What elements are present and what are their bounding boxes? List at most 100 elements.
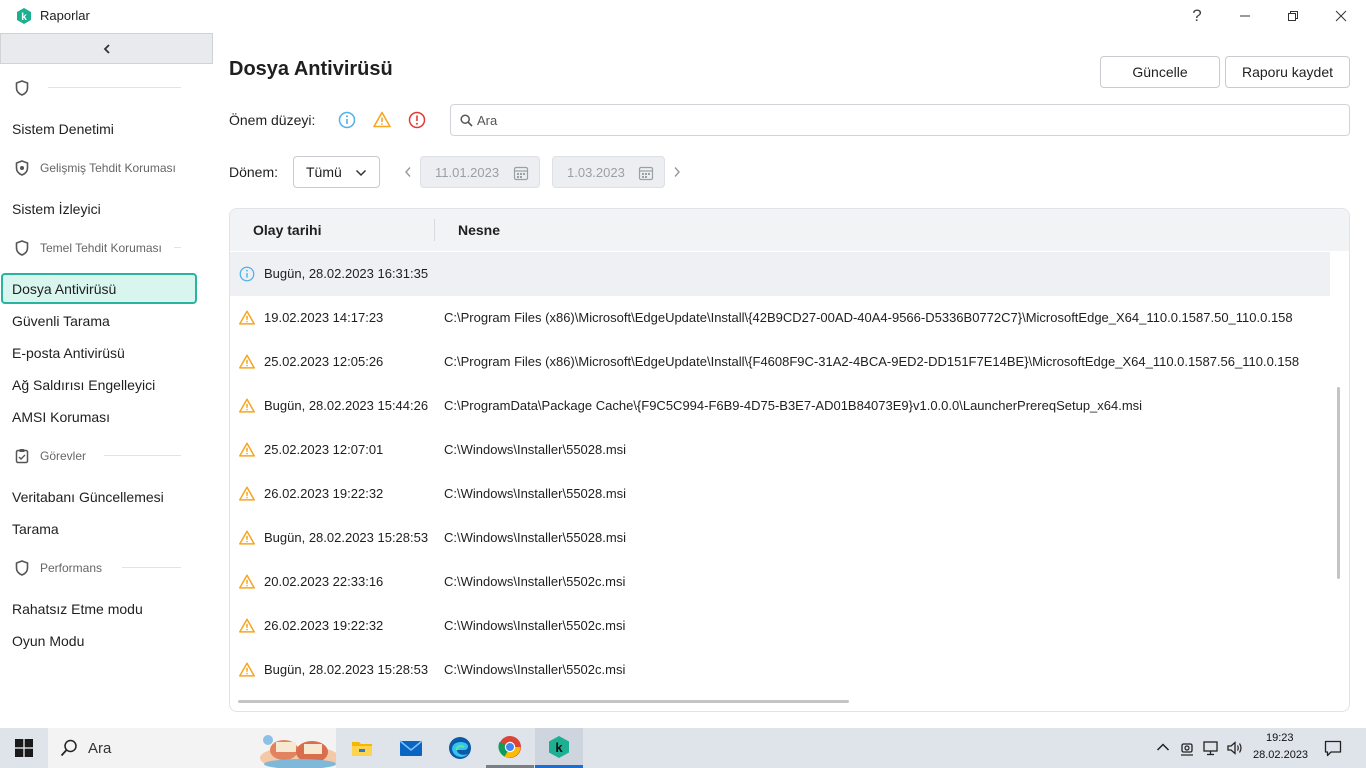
section-divider — [48, 87, 181, 88]
info-icon[interactable] — [337, 110, 357, 130]
clock-date[interactable]: 28.02.2023 — [1253, 749, 1308, 761]
date-from-field[interactable]: 11.01.2023 — [420, 156, 540, 188]
taskbar-kaspersky[interactable]: k — [535, 728, 583, 768]
taskbar-edge[interactable] — [436, 728, 484, 768]
event-object: C:\Program Files (x86)\Microsoft\EdgeUpd… — [444, 310, 1293, 325]
svg-text:k: k — [555, 740, 563, 755]
column-header-date[interactable]: Olay tarihi — [253, 222, 321, 238]
minimize-icon — [1240, 15, 1250, 17]
table-row[interactable]: 25.02.2023 12:07:01 C:\Windows\Installer\… — [230, 428, 1330, 472]
severity-label: Önem düzeyi: — [229, 112, 316, 128]
mail-icon — [399, 740, 423, 756]
horizontal-scrollbar[interactable] — [238, 700, 849, 703]
event-object: C:\Windows\Installer\55028.msi — [444, 530, 627, 545]
file-explorer-icon — [352, 742, 372, 756]
calendar-icon — [513, 166, 529, 181]
table-row[interactable]: Bugün, 28.02.2023 15:44:26 C:\ProgramData… — [230, 384, 1330, 428]
chevron-left-icon[interactable] — [403, 166, 413, 178]
sidebar-item-sistem-izleyici[interactable]: Sistem İzleyici — [12, 199, 101, 219]
warning-icon — [238, 309, 256, 327]
notification-icon[interactable] — [1324, 740, 1342, 757]
warning-icon — [238, 529, 256, 547]
clock-time[interactable]: 19:23 — [1266, 732, 1294, 744]
date-to-field[interactable]: 1.03.2023 — [552, 156, 665, 188]
save-report-button[interactable]: Raporu kaydet — [1225, 56, 1350, 88]
network-icon[interactable] — [1202, 740, 1220, 756]
event-date: 19.02.2023 14:17:23 — [264, 310, 384, 325]
chevron-right-icon[interactable] — [672, 166, 682, 178]
taskbar-mail[interactable] — [387, 728, 435, 768]
help-button[interactable]: ? — [1174, 0, 1220, 32]
taskbar-search-box[interactable]: Ara — [48, 728, 336, 768]
table-row[interactable]: Bugün, 28.02.2023 16:31:35 — [230, 252, 1330, 296]
vertical-scrollbar[interactable] — [1337, 387, 1340, 579]
table-row[interactable]: 25.02.2023 12:05:26 C:\Program Files (x86… — [230, 340, 1330, 384]
sidebar-item-sistem-denetimi[interactable]: Sistem Denetimi — [12, 119, 114, 139]
chrome-icon — [498, 735, 521, 758]
date-to-value: 1.03.2023 — [567, 165, 625, 180]
search-input[interactable]: Ara — [450, 104, 1350, 136]
sidebar-item-dosya-antivirusu[interactable]: Dosya Antivirüsü — [12, 279, 116, 299]
event-date: Bugün, 28.02.2023 15:28:53 — [264, 530, 429, 545]
title-bar: k Raporlar ? — [0, 0, 1366, 32]
table-row[interactable]: 26.02.2023 19:22:32 C:\Windows\Installer\… — [230, 604, 1330, 648]
windows-start-icon — [15, 739, 33, 757]
kaspersky-logo-icon: k — [17, 8, 31, 24]
event-object: C:\Windows\Installer\5502c.msi — [444, 662, 626, 677]
section-divider — [174, 247, 181, 248]
event-date: Bugün, 28.02.2023 15:44:26 — [264, 398, 429, 413]
table-row[interactable]: 20.02.2023 22:33:16 C:\Windows\Installer\… — [230, 560, 1330, 604]
warning-icon — [238, 397, 256, 415]
table-row[interactable]: Bugün, 28.02.2023 15:28:53 C:\Windows\Ins… — [230, 516, 1330, 560]
sidebar-item-oyun-modu[interactable]: Oyun Modu — [12, 631, 84, 651]
svg-text:k: k — [21, 12, 27, 23]
meet-icon[interactable] — [1180, 740, 1194, 756]
update-button[interactable]: Güncelle — [1100, 56, 1220, 88]
sidebar-section-basic-threat: Temel Tehdit Koruması — [12, 237, 181, 259]
event-date: 25.02.2023 12:05:26 — [264, 354, 384, 369]
sidebar-item-rahatsiz-etme-modu[interactable]: Rahatsız Etme modu — [12, 599, 143, 619]
sidebar-item-tarama[interactable]: Tarama — [12, 519, 59, 539]
search-highlight-illustration-icon — [254, 728, 336, 768]
chevron-up-icon[interactable] — [1156, 742, 1170, 752]
taskbar-file-explorer[interactable] — [338, 728, 386, 768]
close-button[interactable] — [1318, 0, 1364, 32]
period-label: Dönem: — [229, 164, 279, 180]
minimize-button[interactable] — [1222, 0, 1268, 32]
volume-icon[interactable] — [1226, 740, 1244, 756]
column-divider[interactable] — [434, 219, 435, 241]
sidebar-item-eposta-antivirusu[interactable]: E-posta Antivirüsü — [12, 343, 125, 363]
table-row[interactable]: 19.02.2023 14:17:23 C:\Program Files (x86… — [230, 296, 1330, 340]
edge-icon — [449, 737, 471, 759]
warning-icon — [238, 485, 256, 503]
table-row[interactable]: Bugün, 28.02.2023 15:28:53 C:\Windows\Ins… — [230, 648, 1330, 692]
table-row[interactable]: 26.02.2023 19:22:32 C:\Windows\Installer\… — [230, 472, 1330, 516]
calendar-icon — [638, 166, 654, 181]
warning-icon[interactable] — [372, 110, 392, 130]
sidebar-item-veritabani-guncellemesi[interactable]: Veritabanı Güncellemesi — [12, 487, 164, 507]
taskbar-search-text: Ara — [88, 740, 112, 757]
sidebar-item-guvenli-tarama[interactable]: Güvenli Tarama — [12, 311, 110, 331]
event-object: C:\Windows\Installer\55028.msi — [444, 486, 627, 501]
warning-icon — [238, 617, 256, 635]
column-header-object[interactable]: Nesne — [458, 222, 500, 238]
event-object: C:\Windows\Installer\5502c.msi — [444, 618, 626, 633]
sidebar-item-amsi-korumasi[interactable]: AMSI Koruması — [12, 407, 110, 427]
shield-icon — [12, 158, 32, 178]
event-date: 20.02.2023 22:33:16 — [264, 574, 384, 589]
event-object: C:\ProgramData\Package Cache\{F9C5C994-F… — [444, 398, 1143, 413]
search-icon — [460, 114, 473, 127]
period-dropdown[interactable]: Tümü — [293, 156, 380, 188]
sidebar-collapse-button[interactable] — [0, 33, 213, 64]
start-button[interactable] — [0, 728, 48, 768]
error-icon[interactable] — [407, 110, 427, 130]
event-object: C:\Windows\Installer\55028.msi — [444, 442, 627, 457]
sidebar-item-ag-saldirisi-engelleyici[interactable]: Ağ Saldırısı Engelleyici — [12, 375, 155, 395]
restore-button[interactable] — [1270, 0, 1316, 32]
events-table: Olay tarihi Nesne Bugün, 28.02.2023 16:3… — [229, 208, 1350, 712]
search-placeholder: Ara — [477, 113, 498, 128]
taskbar-chrome[interactable] — [486, 728, 534, 768]
info-icon — [238, 265, 256, 283]
warning-icon — [238, 441, 256, 459]
section-divider — [104, 455, 181, 456]
